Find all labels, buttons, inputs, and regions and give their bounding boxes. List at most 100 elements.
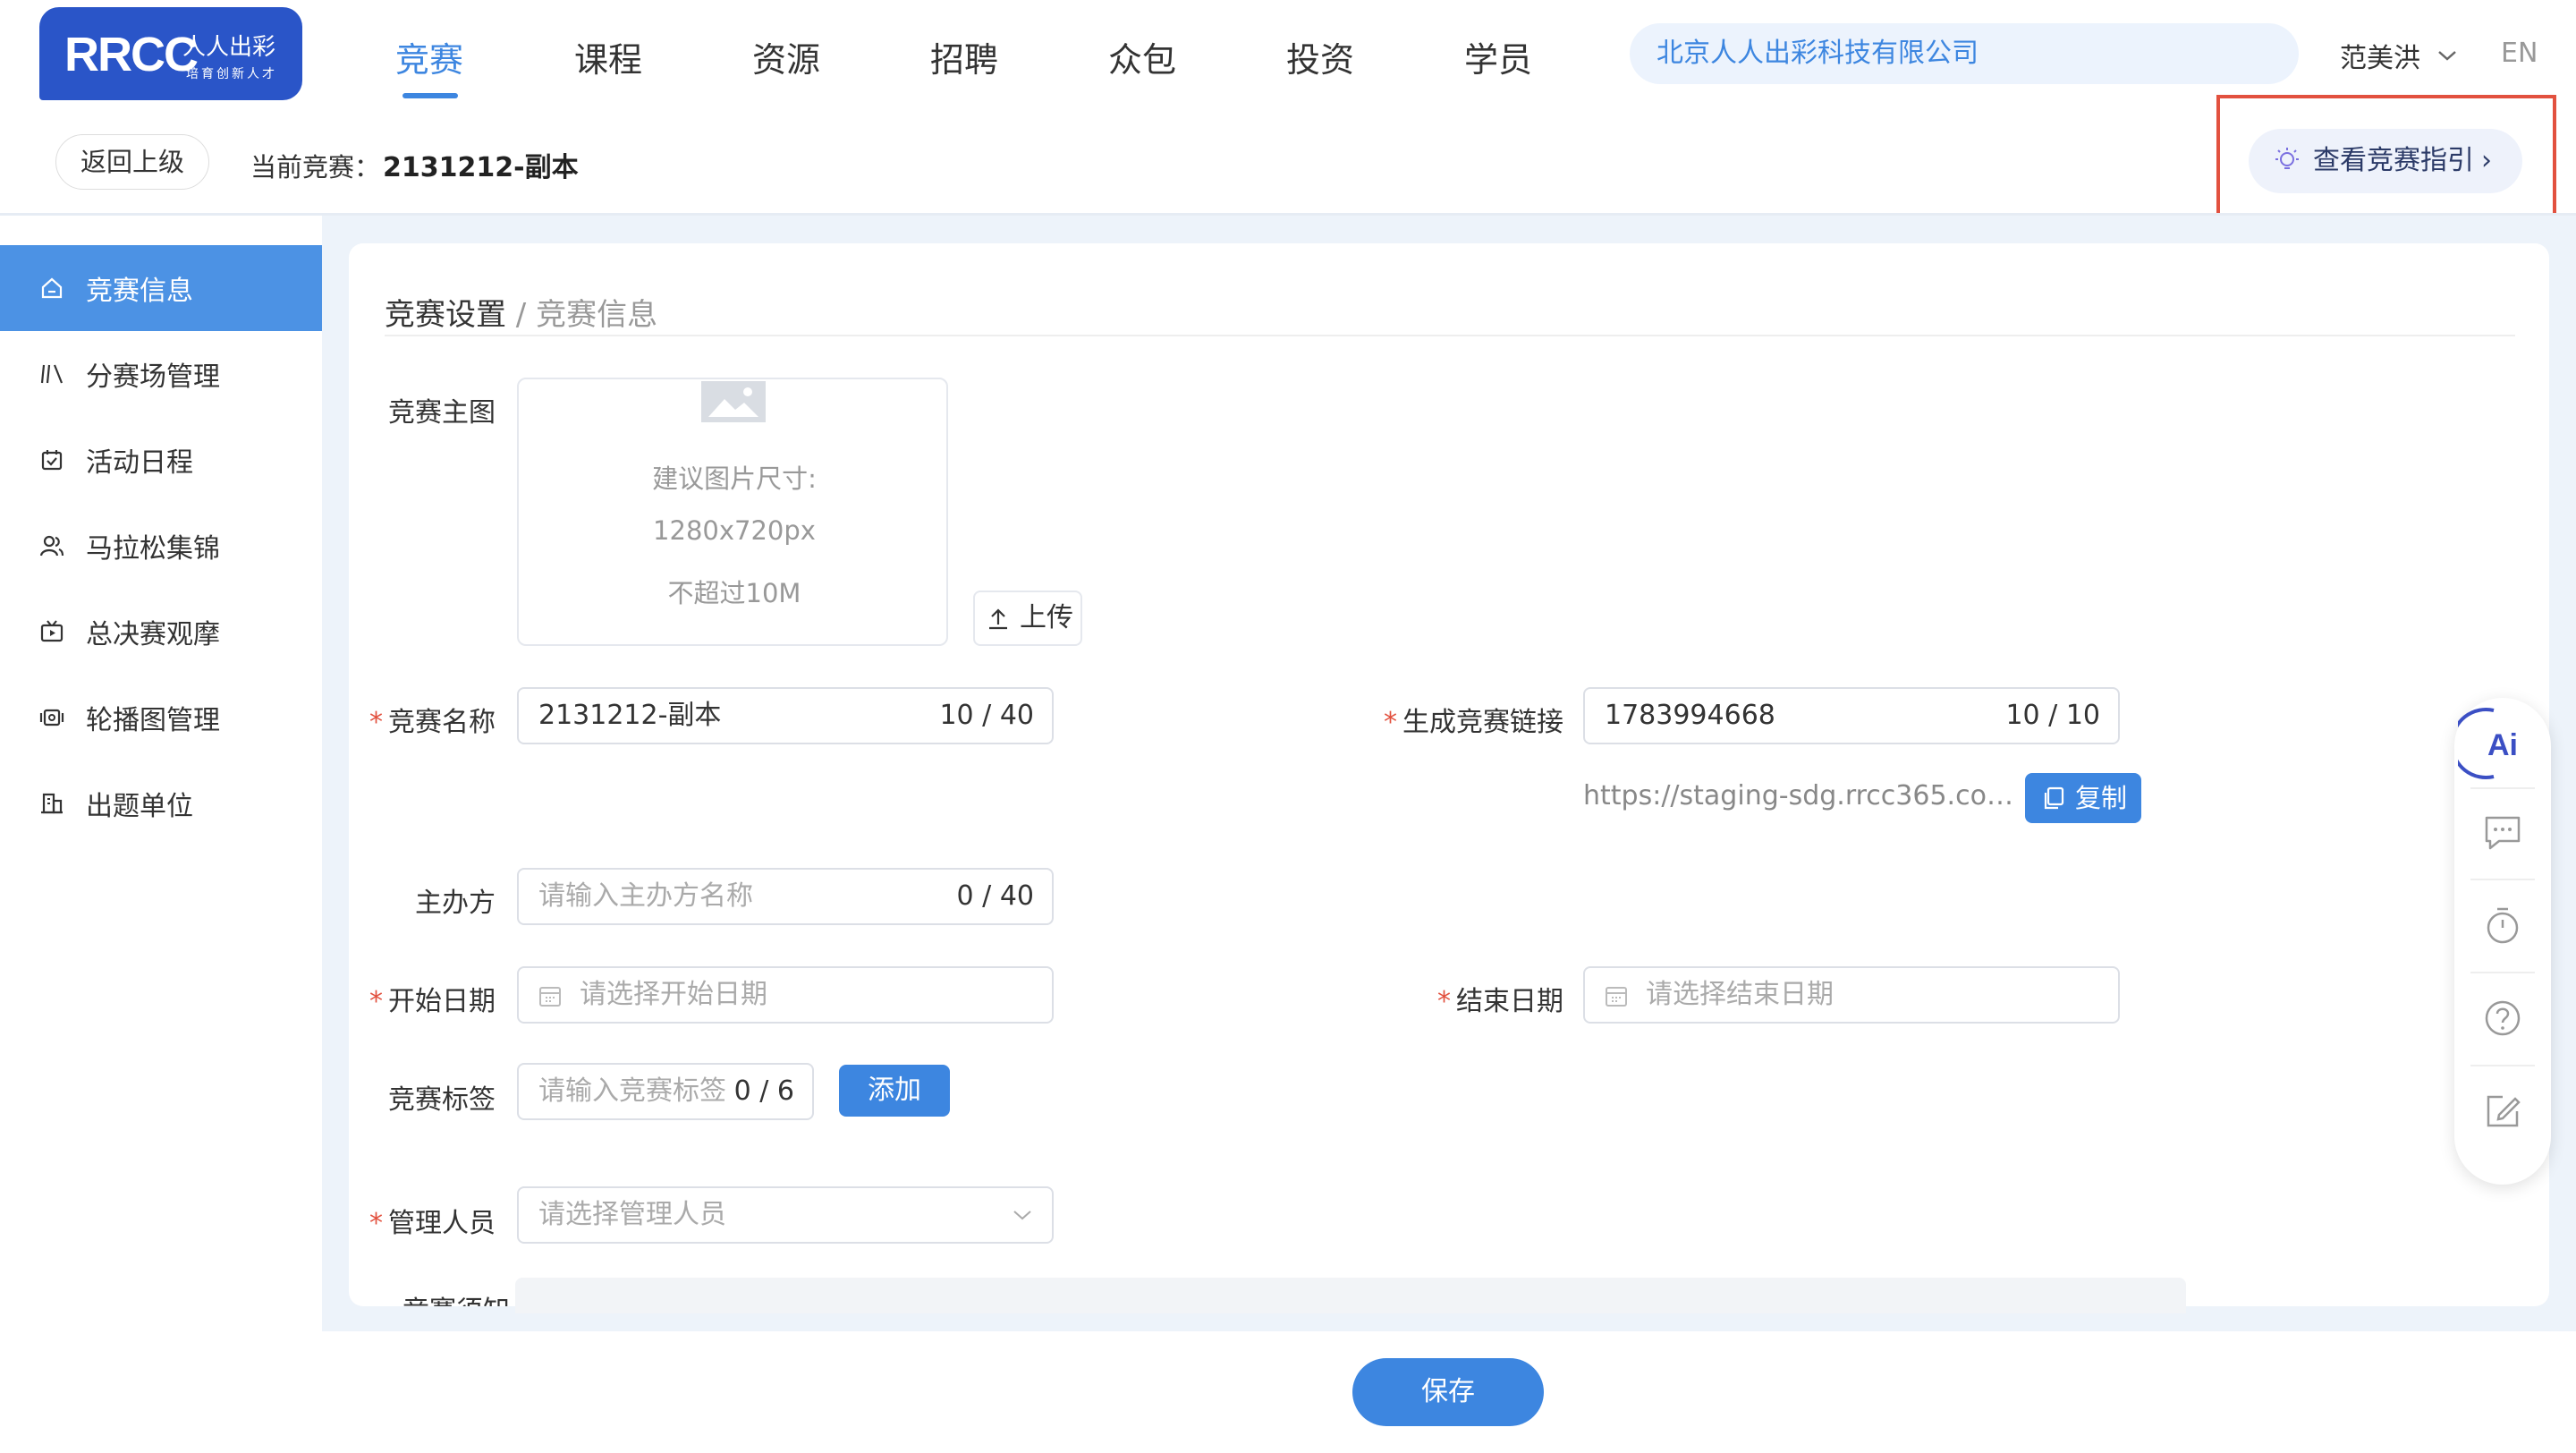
notice-label: 竞赛须知 bbox=[385, 1288, 510, 1306]
sidebar-item-schedule[interactable]: 活动日程 bbox=[0, 417, 322, 503]
start-date-picker[interactable]: 请选择开始日期 bbox=[517, 966, 1054, 1024]
logo-slogan: 培育创新人才 bbox=[186, 67, 277, 81]
tags-label: 竞赛标签 bbox=[388, 1084, 496, 1116]
end-date-picker[interactable]: 请选择结束日期 bbox=[1583, 966, 2120, 1024]
required-mark: * bbox=[1437, 986, 1451, 1017]
users-icon bbox=[39, 535, 64, 557]
nav-item-competition[interactable]: 竞赛 bbox=[395, 32, 463, 86]
breadcrumb: 竞赛设置 / 竞赛信息 bbox=[385, 290, 657, 334]
notice-editor[interactable] bbox=[515, 1278, 2186, 1313]
nav-item-resources[interactable]: 资源 bbox=[752, 32, 820, 86]
competition-link-value: 1783994668 bbox=[1605, 700, 1775, 731]
copy-icon bbox=[2044, 786, 2064, 810]
end-date-label: * 结束日期 bbox=[1368, 979, 1563, 1018]
timer-icon[interactable] bbox=[2479, 902, 2526, 948]
nav-item-students[interactable]: 学员 bbox=[1464, 32, 1532, 86]
breadcrumb-parent[interactable]: 竞赛设置 bbox=[385, 297, 506, 333]
nav-item-recruit[interactable]: 招聘 bbox=[930, 32, 998, 86]
logo-cn-name: 人人出彩 bbox=[182, 34, 276, 61]
sidebar-item-venue-management[interactable]: 分赛场管理 bbox=[0, 331, 322, 417]
current-competition-name: 2131212-副本 bbox=[383, 152, 579, 183]
breadcrumb-separator: / bbox=[506, 297, 537, 333]
toolbar-separator bbox=[2470, 879, 2535, 880]
sidebar-item-label: 竞赛信息 bbox=[86, 276, 193, 307]
tags-input[interactable]: 请输入竞赛标签 0 / 6 bbox=[517, 1063, 814, 1120]
highlight-annotation-box bbox=[2216, 95, 2556, 231]
user-menu[interactable]: 范美洪 bbox=[2340, 36, 2458, 75]
sidebar-item-label: 出题单位 bbox=[86, 791, 193, 822]
toolbar-separator bbox=[2470, 972, 2535, 973]
organizer-placeholder: 请输入主办方名称 bbox=[538, 880, 753, 912]
sidebar-item-label: 分赛场管理 bbox=[86, 361, 220, 393]
sidebar-item-label: 活动日程 bbox=[86, 447, 193, 479]
competition-url: https://staging-sdg.rrcc365.co… bbox=[1583, 780, 2013, 811]
sidebar-item-label: 总决赛观摩 bbox=[86, 619, 220, 650]
toolbar-separator bbox=[2470, 787, 2535, 789]
logo-brand: RRCC bbox=[64, 28, 199, 81]
tv-icon bbox=[40, 620, 64, 642]
chevron-down-icon bbox=[2438, 51, 2456, 61]
organizer-input[interactable]: 请输入主办方名称 0 / 40 bbox=[517, 868, 1054, 925]
floating-toolbar: Ai bbox=[2454, 698, 2551, 1185]
competition-link-counter: 10 / 10 bbox=[2005, 700, 2100, 731]
logo[interactable]: RRCC 人人出彩 培育创新人才 bbox=[39, 7, 302, 100]
current-competition-label: 当前竞赛： bbox=[250, 152, 381, 183]
copy-button[interactable]: 复制 bbox=[2025, 773, 2141, 823]
tags-counter: 0 / 6 bbox=[728, 1065, 794, 1118]
sidebar-item-question-units[interactable]: 出题单位 bbox=[0, 760, 322, 846]
required-mark: * bbox=[369, 1208, 383, 1239]
nav-item-crowdsource[interactable]: 众包 bbox=[1108, 32, 1176, 86]
breadcrumb-divider bbox=[385, 335, 2515, 336]
back-button[interactable]: 返回上级 bbox=[55, 134, 209, 190]
user-name: 范美洪 bbox=[2340, 43, 2420, 74]
copy-button-label: 复制 bbox=[2075, 783, 2128, 813]
help-icon[interactable] bbox=[2479, 995, 2526, 1041]
start-date-label-text: 开始日期 bbox=[388, 986, 496, 1017]
required-mark: * bbox=[369, 707, 383, 738]
image-placeholder-icon bbox=[701, 381, 766, 422]
company-selector[interactable]: 北京人人出彩科技有限公司 bbox=[1630, 23, 2299, 84]
end-date-label-text: 结束日期 bbox=[1456, 986, 1563, 1017]
ai-icon[interactable]: Ai bbox=[2458, 703, 2547, 784]
sidebar-item-final-viewing[interactable]: 总决赛观摩 bbox=[0, 589, 322, 675]
managers-label-text: 管理人员 bbox=[388, 1208, 496, 1239]
edit-icon[interactable] bbox=[2479, 1088, 2526, 1134]
upload-icon bbox=[989, 608, 1007, 630]
start-date-placeholder: 请选择开始日期 bbox=[580, 979, 767, 1010]
competition-name-label-text: 竞赛名称 bbox=[388, 707, 496, 738]
carousel-icon bbox=[39, 709, 64, 726]
books-icon bbox=[40, 364, 64, 384]
image-upload-area[interactable]: 建议图片尺寸: 1280x720px 不超过10M bbox=[517, 378, 948, 646]
required-mark: * bbox=[369, 986, 383, 1017]
calendar-check-icon bbox=[41, 450, 63, 471]
calendar-icon bbox=[1606, 987, 1627, 1007]
nav-item-courses[interactable]: 课程 bbox=[574, 32, 642, 86]
tags-placeholder: 请输入竞赛标签 bbox=[538, 1075, 726, 1107]
nav-item-invest[interactable]: 投资 bbox=[1286, 32, 1354, 86]
save-button[interactable]: 保存 bbox=[1352, 1358, 1544, 1426]
building-icon bbox=[41, 793, 63, 814]
competition-name-value: 2131212-副本 bbox=[538, 700, 722, 731]
upload-hint-size-label: 建议图片尺寸: bbox=[652, 463, 817, 494]
sidebar-item-carousel[interactable]: 轮播图管理 bbox=[0, 675, 322, 760]
managers-select[interactable]: 请选择管理人员 bbox=[517, 1186, 1054, 1244]
competition-name-label: * 竞赛名称 bbox=[343, 700, 496, 739]
competition-link-input[interactable]: 1783994668 10 / 10 bbox=[1583, 687, 2120, 744]
competition-link-label-text: 生成竞赛链接 bbox=[1402, 707, 1563, 738]
sidebar-item-label: 轮播图管理 bbox=[86, 705, 220, 736]
toolbar-separator bbox=[2470, 1065, 2535, 1066]
chat-icon[interactable] bbox=[2479, 809, 2526, 855]
competition-link-label: * 生成竞赛链接 bbox=[1368, 700, 1563, 739]
breadcrumb-current: 竞赛信息 bbox=[536, 297, 658, 333]
managers-placeholder: 请选择管理人员 bbox=[538, 1199, 726, 1230]
add-tag-button[interactable]: 添加 bbox=[839, 1065, 950, 1117]
sidebar-item-competition-info[interactable]: 竞赛信息 bbox=[0, 245, 322, 331]
upload-button[interactable]: 上传 bbox=[973, 591, 1082, 646]
sidebar-item-marathon[interactable]: 马拉松集锦 bbox=[0, 503, 322, 589]
end-date-placeholder: 请选择结束日期 bbox=[1646, 979, 1834, 1010]
start-date-label: * 开始日期 bbox=[343, 979, 496, 1018]
competition-name-input[interactable]: 2131212-副本 10 / 40 bbox=[517, 687, 1054, 744]
notice-label-clip: 竞赛须知 bbox=[385, 1288, 519, 1306]
upload-hint-dimensions: 1280x720px bbox=[653, 515, 816, 546]
language-switch[interactable]: EN bbox=[2501, 38, 2538, 69]
